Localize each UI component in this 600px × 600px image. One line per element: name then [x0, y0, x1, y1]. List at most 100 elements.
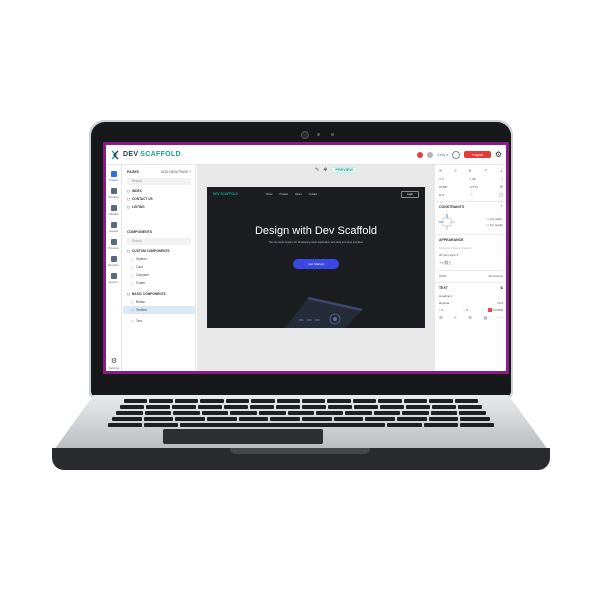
inspector-panel: ⊫ ≡ ⊪ ⊤ ⊥ X 0 Y 46 ↕ W 587 H 570 ⊚ R 0° …	[436, 165, 506, 371]
w-label: W	[439, 184, 442, 189]
rail-item-pages[interactable]: Pages	[106, 171, 121, 182]
w-value: 587	[442, 184, 448, 189]
pen-icon[interactable]: ✎	[315, 167, 319, 173]
rail-label: Pages	[109, 178, 118, 182]
rail-item-export[interactable]: Export	[106, 273, 121, 284]
layer-label: All	[439, 253, 443, 257]
r-label: R	[439, 192, 442, 197]
rail-label: Reports	[108, 263, 119, 267]
text-align-left-icon[interactable]: ☰	[439, 315, 443, 320]
site-nav-link[interactable]: Contact	[309, 193, 318, 196]
rail-label: Settings	[108, 366, 120, 370]
routing-icon	[110, 188, 117, 194]
site-login-button[interactable]: Login	[400, 190, 419, 198]
more-icon[interactable]: ⋯	[499, 315, 503, 320]
clip-icon[interactable]: ▢	[499, 192, 503, 197]
component-item[interactable]: Footer	[123, 279, 195, 287]
letter-value: 0	[441, 308, 444, 313]
x-field[interactable]: X 0	[439, 177, 444, 181]
profile-icon[interactable]	[452, 150, 461, 159]
get-started-button[interactable]: Get Started	[293, 259, 339, 269]
delete-icon[interactable]: ▯	[449, 260, 451, 265]
y-field[interactable]: Y 46	[469, 177, 475, 181]
layer-select[interactable]: All Text style ▾	[439, 253, 458, 257]
user-avatar[interactable]	[427, 151, 434, 158]
preview-button[interactable]: PREVIEW	[331, 167, 357, 173]
component-item[interactable]: Carousel	[123, 271, 195, 279]
opacity-field[interactable]: 100%	[439, 274, 447, 278]
hero-subtitle: The No-Code System for developing react …	[268, 241, 364, 244]
component-item[interactable]: Button	[123, 298, 195, 306]
logout-button[interactable]: Logout	[464, 151, 491, 158]
text-align-right-icon[interactable]: ☰	[468, 315, 472, 320]
letter-spacing-field[interactable]: ↕ 0	[439, 308, 443, 312]
fix-width-label: Fix width	[489, 217, 502, 221]
page-item[interactable]: LISTING	[123, 203, 195, 211]
font-select[interactable]: Heading 1	[439, 294, 453, 298]
color-value: FF0000	[492, 308, 503, 312]
flip-icon[interactable]: ↕	[501, 176, 503, 181]
corner-icon[interactable]: ⌜	[471, 192, 473, 197]
rail-item-settings[interactable]: ⚙ Settings	[106, 358, 122, 370]
user-menu[interactable]: Andy ▾	[437, 153, 448, 157]
color-swatch	[487, 308, 492, 313]
line-height-field[interactable]: ⇔ 8	[463, 308, 469, 312]
h-label: H	[469, 184, 472, 189]
text-options-icon[interactable]: ⇅	[500, 286, 503, 290]
y-label: Y	[469, 176, 472, 181]
component-item[interactable]: Card	[123, 263, 195, 271]
fix-height-checkbox[interactable]: ▢ Fix height	[486, 223, 503, 227]
text-title: TEXT	[439, 286, 448, 290]
r-field[interactable]: R 0°	[439, 193, 445, 197]
design-canvas[interactable]: ✎ ✥ PREVIEW DEV SCAFFOLD Home Product Ab…	[197, 165, 435, 371]
page-item[interactable]: INDEX	[123, 187, 195, 195]
site-nav-link[interactable]: About	[295, 193, 302, 196]
custom-components-group[interactable]: CUSTOM COMPONENTS	[123, 247, 195, 255]
rail-label: Export	[109, 280, 118, 284]
move-icon[interactable]: ✥	[323, 167, 327, 173]
pages-header: PAGES ADD NEW PAGE +	[123, 165, 195, 176]
pages-panel: PAGES ADD NEW PAGE + Search INDEX CONTAC…	[123, 165, 196, 371]
align-right-icon[interactable]: ⊪	[469, 168, 472, 173]
lock-ratio-icon[interactable]: ⊚	[500, 184, 503, 189]
page-item[interactable]: CONTACT US	[123, 195, 195, 203]
gear-icon[interactable]: ⚙	[495, 150, 502, 159]
text-align-center-icon[interactable]: ≡	[454, 315, 456, 320]
webcam-icon	[301, 131, 309, 139]
align-toolbar: ⊫ ≡ ⊪ ⊤ ⊥	[436, 168, 506, 173]
h-field[interactable]: H 570	[470, 185, 478, 189]
weight-select[interactable]: Regular	[439, 301, 450, 305]
pages-search-input[interactable]: Search	[127, 178, 191, 185]
add-new-page-button[interactable]: ADD NEW PAGE +	[161, 170, 191, 174]
rail-item-preview[interactable]: Preview	[106, 239, 121, 250]
record-icon[interactable]	[417, 151, 424, 158]
rail-item-globals[interactable]: Globals	[106, 205, 121, 216]
dev-scaffold-logo-icon	[111, 150, 119, 159]
fix-width-checkbox[interactable]: ▢ Fix width	[486, 217, 503, 221]
site-nav-link[interactable]: Home	[266, 193, 273, 196]
component-item-selected[interactable]: Textbox	[123, 306, 195, 314]
y-value: 46	[471, 176, 476, 181]
constraints-widget-icon[interactable]	[439, 214, 455, 230]
text-color-field[interactable]: FF0000	[487, 308, 503, 313]
site-nav-link[interactable]: Product	[279, 193, 288, 196]
components-search-input[interactable]: Search	[127, 238, 191, 245]
collapse-icon[interactable]: ⌃	[500, 205, 503, 209]
globals-icon	[110, 205, 117, 211]
w-field[interactable]: W 587	[439, 185, 448, 189]
rail-item-routing[interactable]: Routing	[106, 188, 121, 199]
font-size-field[interactable]: 12.8	[497, 301, 503, 305]
font-family-select[interactable]: Montserrat	[489, 274, 503, 278]
component-item[interactable]: Text	[123, 317, 195, 325]
basic-components-group[interactable]: BASIC COMPONENTS	[123, 290, 195, 298]
align-top-icon[interactable]: ⊤	[484, 168, 487, 173]
align-center-icon[interactable]: ≡	[454, 168, 456, 173]
laptop-lip	[230, 448, 370, 454]
page-frame[interactable]: DEV SCAFFOLD Home Product About Contact …	[207, 187, 425, 328]
component-item[interactable]: Section	[123, 255, 195, 263]
rail-item-assets[interactable]: Assets	[106, 222, 121, 233]
rail-item-reports[interactable]: Reports	[106, 256, 121, 267]
text-justify-icon[interactable]: ▤	[484, 315, 488, 320]
align-bottom-icon[interactable]: ⊥	[499, 168, 502, 173]
align-left-icon[interactable]: ⊫	[439, 168, 442, 173]
